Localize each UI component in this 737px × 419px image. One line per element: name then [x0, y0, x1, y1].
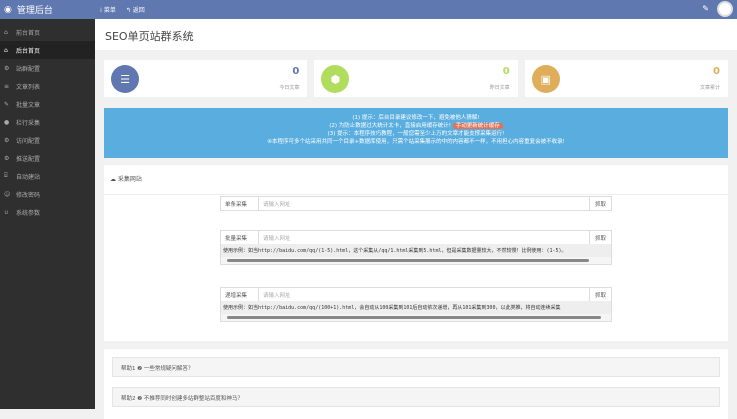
sidebar-item[interactable]: ⚙ 站群配置	[0, 59, 95, 77]
dot-icon: ●	[4, 118, 10, 126]
stat-today: ☰ 0 今日文章	[104, 60, 308, 97]
list-icon: ☰	[111, 65, 139, 93]
single-fetch-button[interactable]: 抓取	[589, 197, 611, 210]
batch-example: 使用示例：如当http://baidu.com/qq/(1-5).html，这个…	[221, 244, 611, 257]
notice-line: ④本程序可多个站采用共同一个目录+数据库使用，只需个站采集展示的中的内容都不一样…	[267, 139, 565, 145]
hexagon-icon: ⬢	[321, 65, 350, 93]
sidebar-item-label: 自动建站	[16, 173, 41, 181]
auto-url-input[interactable]: 请输入网址	[259, 291, 589, 299]
bank-icon: ⌸	[4, 172, 8, 179]
auto-example: 使用示例：如当http://baidu.com/qq/(100+1).html，…	[221, 301, 611, 314]
batch-collect-group: 批量采集 请输入网址 抓取 使用示例：如当http://baidu.com/qq/(…	[220, 230, 612, 265]
home-icon: ⌂	[4, 28, 8, 36]
stat-value: 0	[292, 66, 300, 77]
user-icon: ☺	[4, 190, 11, 198]
stat-yesterday: ⬢ 0 昨日文章	[314, 60, 518, 97]
cloud-icon: ☁	[110, 176, 116, 183]
sidebar-item[interactable]: ⌸ 自动建站	[0, 167, 95, 185]
scrollbar[interactable]	[221, 257, 611, 264]
sidebar-item-label: 访问配置	[16, 137, 41, 145]
sidebar-item-label: 前台首页	[16, 29, 41, 37]
menu-button[interactable]: ⁞ 菜单	[100, 5, 116, 14]
notice-line: (3) 提示：本程序技巧教程，一般您需至少上万的文章才能支撑采集运行!	[327, 131, 505, 137]
stat-value: 0	[502, 66, 510, 77]
batch-label: 批量采集	[221, 231, 259, 244]
home-icon: ⌂	[4, 46, 8, 54]
brand[interactable]: ◉ 管理后台	[4, 3, 53, 17]
sidebar-item[interactable]: ⌂ 前台首页	[0, 23, 95, 41]
wrench-icon[interactable]: ✎	[702, 4, 709, 13]
collect-panel: ☁ 采集网站 单条采集 请输入网址 抓取 批量采集 请输入网址 抓取 使用示例：如当ht…	[104, 165, 728, 341]
menu-label: 菜单	[103, 7, 116, 14]
stat-label: 昨日文章	[489, 85, 510, 91]
gear-icon: ⚙	[4, 136, 10, 144]
list-icon: ≡	[4, 82, 10, 90]
single-url-input[interactable]: 请输入网址	[259, 200, 589, 208]
sidebar-item-label: 修改密码	[16, 191, 41, 199]
single-label: 单条采集	[221, 197, 259, 210]
auto-label: 递增采集	[221, 288, 259, 301]
notice-line: (2) 为防止数据过大统计太卡，直接启用缓存统计!	[329, 123, 451, 129]
magnet-icon: ∪	[4, 208, 9, 216]
avatar[interactable]	[717, 1, 733, 17]
page-title: SEO单页站群系统	[95, 19, 737, 50]
sidebar-item-label: 后台首页	[16, 47, 41, 55]
notice-line: (1) 提示：后台目录建议修改一下，避免被他人猜解!	[352, 115, 480, 121]
sidebar-item[interactable]: ✎ 批量文章	[0, 95, 95, 113]
batch-fetch-button[interactable]: 抓取	[589, 231, 611, 244]
back-label: 返回	[132, 7, 145, 14]
sidebar-item[interactable]: ⚙ 访问配置	[0, 131, 95, 149]
sidebar-item[interactable]: ☺ 修改密码	[0, 185, 95, 203]
stat-label: 今日文章	[279, 85, 300, 91]
notice-panel: (1) 提示：后台目录建议修改一下，避免被他人猜解! (2) 为防止数据过大统计…	[104, 108, 728, 158]
scrollbar[interactable]	[221, 314, 611, 321]
batch-url-input[interactable]: 请输入网址	[259, 234, 589, 242]
auto-fetch-button[interactable]: 抓取	[589, 288, 611, 301]
sidebar-item[interactable]: ● 栏行采集	[0, 113, 95, 131]
sidebar-item[interactable]: ∪ 系统参数	[0, 203, 95, 221]
update-cache-button[interactable]: 手动更新统计缓存	[452, 123, 503, 129]
sidebar-item-label: 栏行采集	[16, 119, 41, 127]
auto-collect-group: 递增采集 请输入网址 抓取 使用示例：如当http://baidu.com/qq/(…	[220, 287, 612, 322]
briefcase-icon: ▣	[531, 65, 560, 93]
sidebar: ⌂ 前台首页 ⌂ 后台首页 ⚙ 站群配置 ≡ 文章列表 ✎ 批量文章 ● 栏行采集 ⚙ 访问配置 ⚙ 推送配置…	[0, 19, 95, 409]
sidebar-item-label: 系统参数	[16, 209, 41, 217]
help-item[interactable]: 帮助2 ❷ 不推荐同时创建多站群整站百度和神马？	[112, 387, 720, 407]
sidebar-item-label: 文章列表	[16, 83, 41, 91]
back-button[interactable]: ↰ 返回	[126, 5, 145, 14]
collect-title: 采集网站	[117, 176, 142, 183]
sidebar-item-label: 批量文章	[16, 101, 41, 109]
sidebar-item[interactable]: ≡ 文章列表	[0, 77, 95, 95]
stat-total: ▣ 0 文章累计	[524, 60, 728, 97]
edit-icon: ✎	[4, 100, 10, 108]
stat-label: 文章累计	[699, 85, 720, 91]
sidebar-item[interactable]: ⚙ 推送配置	[0, 149, 95, 167]
cube-icon: ◉	[4, 4, 12, 15]
stat-value: 0	[713, 66, 720, 77]
sidebar-item-label: 站群配置	[16, 65, 41, 73]
sidebar-item[interactable]: ⌂ 后台首页	[0, 41, 95, 59]
gear-icon: ⚙	[4, 64, 10, 72]
single-collect-group: 单条采集 请输入网址 抓取	[220, 196, 612, 211]
gear-icon: ⚙	[4, 154, 10, 162]
top-bar: ◉ 管理后台 ⁞ 菜单 ↰ 返回 ✎	[0, 0, 737, 19]
brand-title: 管理后台	[16, 6, 53, 16]
sidebar-item-label: 推送配置	[16, 155, 41, 163]
help-item[interactable]: 帮助1 ❷ 一些常规疑问解答？	[112, 357, 720, 377]
